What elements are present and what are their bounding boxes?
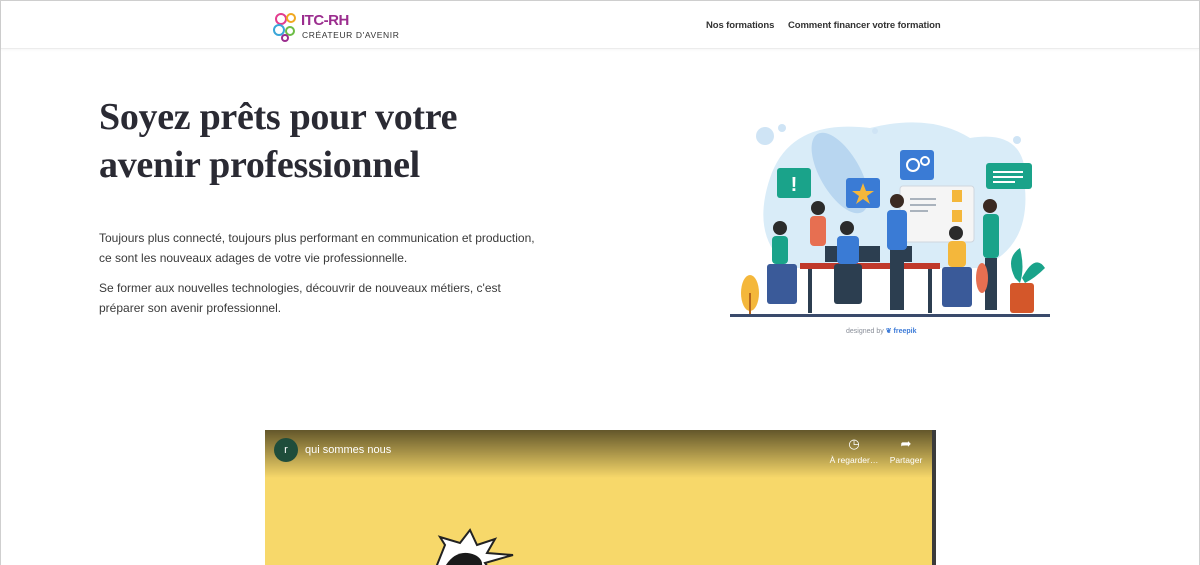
team-meeting-illustration: ! [730,118,1050,340]
video-thumbnail-art [435,528,514,565]
share-button[interactable]: ➦ Partager [885,436,927,466]
watch-later-label: À regarder… [829,455,879,465]
site-header: ITC-RH CRÉATEUR D'AVENIR Nos formations … [1,1,1199,49]
hero-paragraph-1: Toujours plus connecté, toujours plus pe… [99,231,535,265]
hero-title-line1: Soyez prêts pour votre [99,96,458,138]
watch-later-button[interactable]: ◷ À regarder… [828,436,880,466]
channel-avatar[interactable]: r [274,438,298,462]
image-credit[interactable]: designed by ❦ freepik [846,327,917,335]
video-title[interactable]: qui sommes nous [305,444,391,456]
hero-title-line2: avenir professionnel [99,144,420,186]
logo-text: ITC-RH [301,12,349,29]
hero-title: Soyez prêts pour votre avenir profession… [99,93,529,189]
site-logo[interactable]: ITC-RH CRÉATEUR D'AVENIR [273,11,399,43]
logo-tagline: CRÉATEUR D'AVENIR [302,30,400,40]
svg-text:!: ! [791,174,798,196]
image-credit-prefix: designed by [846,328,884,335]
nav-link-financer[interactable]: Comment financer votre formation [788,20,941,31]
freepik-logo-icon: ❦ [885,328,892,335]
video-player[interactable]: r qui sommes nous ◷ À regarder… ➦ Partag… [265,430,936,565]
share-arrow-icon: ➦ [900,436,912,451]
hero-paragraph-2: Se former aux nouvelles technologies, dé… [99,281,501,315]
freepik-brand: ❦ freepik [886,328,917,335]
nav-link-formations[interactable]: Nos formations [706,20,774,31]
clock-icon: ◷ [848,436,860,451]
freepik-brand-label: freepik [893,328,917,335]
share-label: Partager [889,455,923,465]
video-edge-bar [932,430,936,565]
logo-icon [273,13,296,42]
